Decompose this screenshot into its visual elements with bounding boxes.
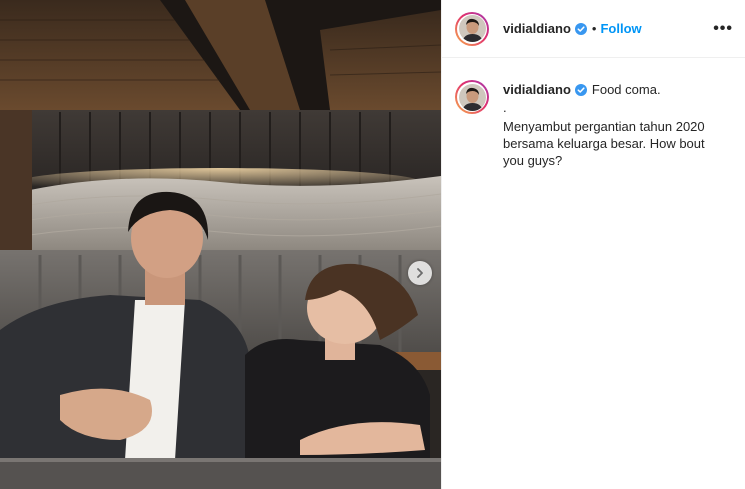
verified-badge-icon	[574, 22, 587, 35]
caption-header: vidialdiano Food coma.	[503, 82, 733, 98]
follow-button[interactable]: Follow	[600, 21, 641, 36]
verified-badge-icon	[574, 84, 587, 96]
caption-dot-line: .	[503, 100, 507, 115]
username[interactable]: vidialdiano	[503, 21, 571, 36]
post-media[interactable]	[0, 0, 441, 489]
avatar-image	[458, 83, 486, 111]
caption-body: vidialdiano Food coma. . Menyambut perga…	[503, 80, 733, 169]
avatar-ring	[457, 13, 487, 44]
instagram-post: vidialdiano • Follow ••• vidialdiano Foo…	[0, 0, 745, 489]
next-photo-button[interactable]	[408, 261, 432, 285]
chevron-right-icon	[417, 268, 423, 278]
caption-username[interactable]: vidialdiano	[503, 82, 571, 98]
post-photo	[0, 0, 441, 489]
caption-text: Menyambut pergantian tahun 2020 bersama …	[503, 119, 705, 168]
more-options-icon[interactable]: •••	[713, 20, 733, 38]
caption: vidialdiano Food coma. . Menyambut perga…	[442, 58, 745, 169]
separator-dot: •	[591, 21, 597, 36]
caption-title: Food coma.	[591, 82, 661, 97]
post-sidebar: vidialdiano • Follow ••• vidialdiano Foo…	[441, 0, 745, 489]
avatar[interactable]	[455, 11, 489, 46]
avatar-ring	[457, 82, 487, 112]
post-header: vidialdiano • Follow •••	[442, 0, 745, 58]
avatar-image	[458, 15, 486, 42]
caption-avatar[interactable]	[455, 80, 489, 114]
